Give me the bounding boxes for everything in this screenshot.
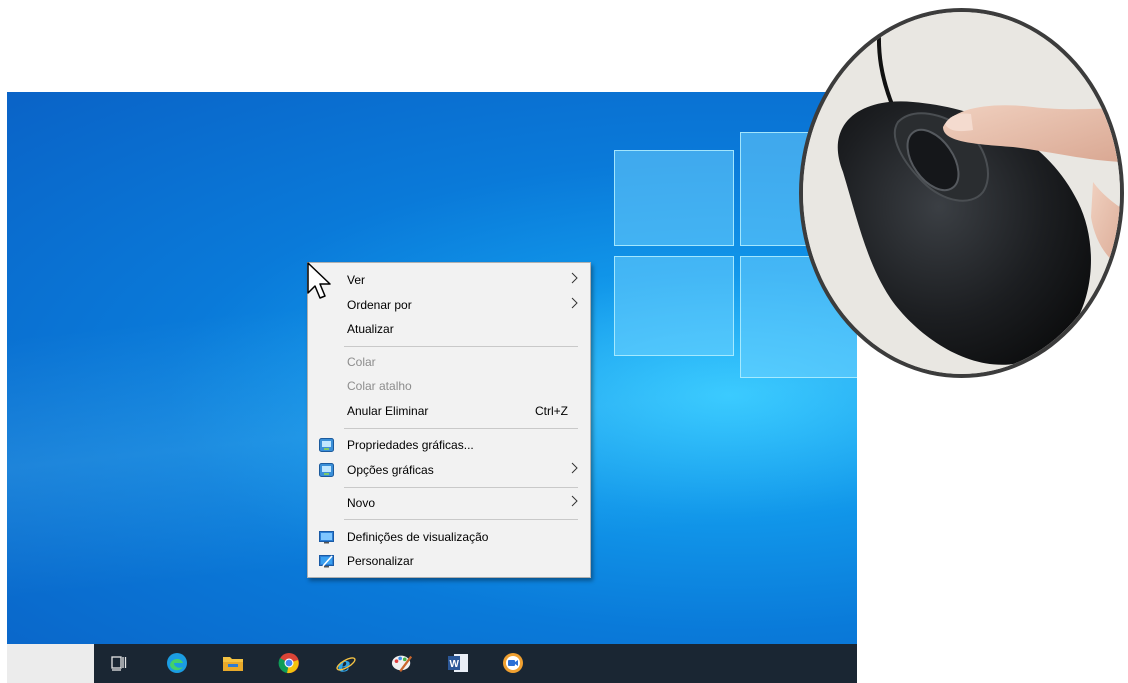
- menu-item-label: Colar atalho: [347, 379, 412, 393]
- svg-text:W: W: [450, 659, 460, 670]
- windows-logo-pane: [614, 150, 734, 246]
- edge-icon[interactable]: [166, 652, 188, 674]
- intel-graphics-icon: [319, 463, 334, 477]
- word-icon[interactable]: W: [447, 652, 469, 674]
- chrome-icon[interactable]: [278, 652, 300, 674]
- menu-item-ver[interactable]: Ver: [308, 269, 590, 291]
- mouse-click-photo: [799, 8, 1124, 378]
- display-settings-icon: [319, 531, 334, 544]
- menu-separator: [344, 487, 578, 488]
- menu-item-label: Opções gráficas: [347, 463, 434, 477]
- chevron-right-icon: [571, 297, 578, 309]
- chevron-right-icon: [571, 495, 578, 507]
- menu-item-label: Colar: [347, 355, 376, 369]
- menu-item-personalizar[interactable]: Personalizar: [308, 550, 590, 572]
- menu-item-label: Propriedades gráficas...: [347, 438, 474, 452]
- menu-item-ordenar-por[interactable]: Ordenar por: [308, 294, 590, 316]
- personalize-icon: [319, 555, 334, 568]
- menu-item-shortcut: Ctrl+Z: [535, 404, 568, 418]
- menu-item-label: Anular Eliminar: [347, 404, 429, 418]
- menu-item-label: Definições de visualização: [347, 530, 489, 544]
- menu-separator: [344, 519, 578, 520]
- windows-logo-pane: [614, 256, 734, 356]
- taskbar-search-box[interactable]: [7, 644, 94, 683]
- mouse-cursor-icon: [307, 262, 331, 299]
- menu-item-opcoes-graficas[interactable]: Opções gráficas: [308, 459, 590, 481]
- menu-item-anular-eliminar[interactable]: Anular Eliminar Ctrl+Z: [308, 400, 590, 422]
- menu-item-colar[interactable]: Colar: [308, 351, 590, 373]
- menu-item-novo[interactable]: Novo: [308, 492, 590, 514]
- camera-icon[interactable]: [502, 652, 524, 674]
- paint-icon[interactable]: [391, 652, 413, 674]
- menu-separator: [344, 346, 578, 347]
- menu-item-label: Atualizar: [347, 322, 394, 336]
- internet-explorer-icon[interactable]: e: [335, 652, 357, 675]
- menu-item-label: Novo: [347, 496, 376, 510]
- computer-mouse-photo: [803, 12, 1120, 374]
- taskbar: e W: [7, 644, 857, 683]
- desktop-context-menu: Ver Ordenar por Atualizar Colar Colar at…: [307, 262, 591, 578]
- chevron-right-icon: [571, 272, 578, 284]
- menu-separator: [344, 428, 578, 429]
- chevron-right-icon: [571, 462, 578, 474]
- menu-item-definicoes-de-visualizacao[interactable]: Definições de visualização: [308, 526, 590, 548]
- menu-item-atualizar[interactable]: Atualizar: [308, 318, 590, 340]
- menu-item-propriedades-graficas[interactable]: Propriedades gráficas...: [308, 434, 590, 456]
- menu-item-label: Ver: [347, 273, 366, 287]
- menu-item-colar-atalho[interactable]: Colar atalho: [308, 375, 590, 397]
- file-explorer-icon[interactable]: [222, 652, 244, 674]
- task-view-icon[interactable]: [108, 652, 130, 674]
- menu-item-label: Personalizar: [347, 554, 414, 568]
- menu-item-label: Ordenar por: [347, 298, 412, 312]
- intel-graphics-icon: [319, 438, 334, 452]
